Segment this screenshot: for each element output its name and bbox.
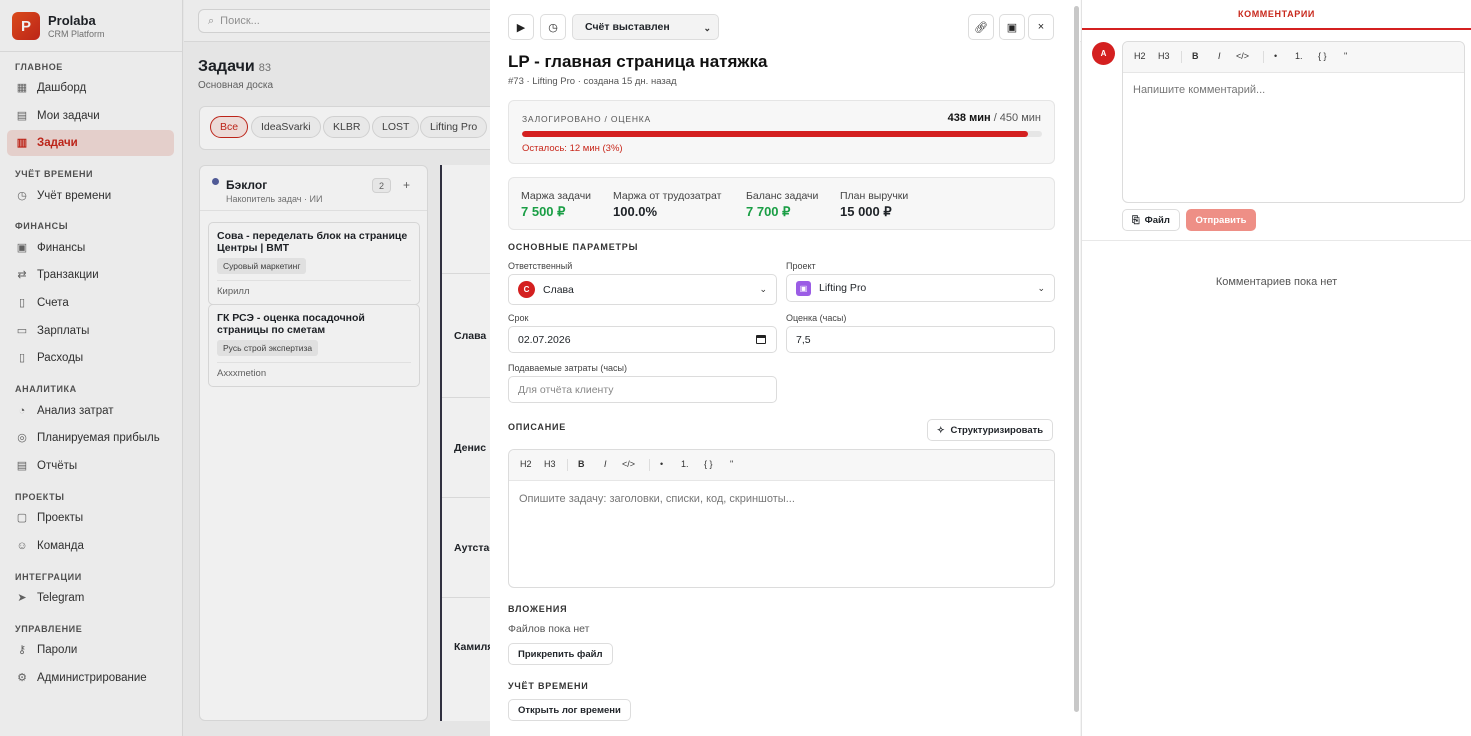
- calendar-icon: [756, 335, 766, 344]
- status-select[interactable]: Счёт выставлен ⌄: [572, 14, 719, 40]
- comments-empty: Комментариев пока нет: [1215, 276, 1338, 288]
- send-comment-button[interactable]: Отправить: [1186, 209, 1256, 231]
- project-select[interactable]: ▣ Lifting Pro ⌄: [786, 274, 1055, 302]
- archive-button[interactable]: ▣: [999, 14, 1025, 40]
- close-icon: ×: [1037, 21, 1045, 33]
- task-modal: ▶ ◷ Счёт выставлен ⌄ 🔗︎ ▣ × LP - главная…: [490, 0, 1080, 736]
- assignee-value: Слава: [543, 283, 574, 296]
- comments-tab[interactable]: КОММЕНТАРИИ: [1082, 0, 1471, 30]
- project-label: Проект: [786, 261, 816, 271]
- toolbar-bold-button[interactable]: B: [578, 459, 585, 469]
- toolbar-code-button[interactable]: </>: [1236, 51, 1249, 61]
- copy-link-button[interactable]: 🔗︎: [968, 14, 994, 40]
- toolbar-code-block-button[interactable]: { }: [1318, 51, 1327, 61]
- time-logged-label: ЗАЛОГИРОВАНО / ОЦЕНКА: [522, 114, 652, 124]
- comments-panel: КОММЕНТАРИИ A H2 H3 B I </> • 1. { } " Н…: [1081, 0, 1471, 736]
- toolbar-separator: [1181, 51, 1182, 63]
- finance-metrics-box: Маржа задачи 7 500 ₽ Маржа от трудозатра…: [508, 177, 1055, 230]
- attachments-empty: Файлов пока нет: [508, 623, 590, 635]
- comment-editor[interactable]: H2 H3 B I </> • 1. { } " Напишите коммен…: [1122, 41, 1465, 203]
- toolbar-separator: [649, 459, 650, 471]
- toolbar-numbered-list-button[interactable]: 1.: [681, 459, 689, 469]
- params-section-title: ОСНОВНЫЕ ПАРАМЕТРЫ: [508, 242, 639, 252]
- modal-backdrop[interactable]: [0, 0, 490, 736]
- time-logged-value: 438 мин / 450 мин: [947, 112, 1041, 124]
- task-title: LP - главная страница натяжка: [508, 52, 768, 71]
- comment-toolbar: H2 H3 B I </> • 1. { } ": [1123, 42, 1464, 73]
- task-meta: #73 · Lifting Pro · создана 15 дн. назад: [508, 76, 677, 87]
- metric-revenue-plan: План выручки 15 000 ₽: [840, 190, 909, 219]
- toolbar-quote-button[interactable]: ": [1344, 51, 1347, 61]
- comment-file-button[interactable]: ⎘ Файл: [1122, 209, 1180, 231]
- attach-file-button[interactable]: Прикрепить файл: [508, 643, 613, 665]
- toolbar-italic-button[interactable]: I: [604, 459, 607, 469]
- sparkle-icon: ✧: [937, 424, 945, 435]
- status-value: Счёт выставлен: [585, 21, 670, 33]
- billed-hours-label: Подаваемые затраты (часы): [508, 363, 628, 373]
- metric-task-margin: Маржа задачи 7 500 ₽: [521, 190, 592, 219]
- time-remaining: Осталось: 12 мин (3%): [522, 143, 623, 154]
- toolbar-h3-button[interactable]: H3: [1158, 51, 1170, 61]
- project-value: Lifting Pro: [819, 282, 867, 294]
- metric-task-balance: Баланс задачи 7 700 ₽: [746, 190, 819, 219]
- play-icon: ▶: [516, 21, 526, 34]
- toolbar-separator: [1263, 51, 1264, 63]
- toolbar-h2-button[interactable]: H2: [1134, 51, 1146, 61]
- close-button[interactable]: ×: [1028, 14, 1054, 40]
- description-editor[interactable]: H2 H3 B I </> • 1. { } " Опишите задачу:…: [508, 449, 1055, 588]
- comment-placeholder: Напишите комментарий...: [1133, 84, 1266, 96]
- comment-file-label: Файл: [1144, 214, 1170, 226]
- toolbar-code-block-button[interactable]: { }: [704, 459, 713, 469]
- toolbar-bullet-list-button[interactable]: •: [660, 459, 663, 469]
- estimate-label: Оценка (часы): [786, 313, 847, 323]
- description-toolbar: H2 H3 B I </> • 1. { } ": [509, 450, 1054, 481]
- time-history-button[interactable]: ◷: [540, 14, 566, 40]
- avatar: A: [1092, 42, 1115, 65]
- avatar: С: [518, 281, 535, 298]
- project-icon: ▣: [796, 280, 811, 296]
- estimate-input[interactable]: 7,5: [786, 326, 1055, 353]
- chevron-down-icon: ⌄: [1037, 282, 1045, 293]
- due-date-input[interactable]: 02.07.2026: [508, 326, 777, 353]
- estimate-value: 7,5: [796, 333, 811, 346]
- toolbar-separator: [567, 459, 568, 471]
- time-progress-fill: [522, 131, 1028, 137]
- clock-icon: ◷: [548, 21, 558, 34]
- open-time-log-button[interactable]: Открыть лог времени: [508, 699, 631, 721]
- time-summary-box: ЗАЛОГИРОВАНО / ОЦЕНКА 438 мин / 450 мин …: [508, 100, 1055, 164]
- archive-icon: ▣: [1006, 21, 1018, 34]
- description-placeholder: Опишите задачу: заголовки, списки, код, …: [519, 493, 795, 505]
- start-timer-button[interactable]: ▶: [508, 14, 534, 40]
- timelog-section-title: УЧЁТ ВРЕМЕНИ: [508, 681, 589, 691]
- billed-hours-placeholder: Для отчёта клиенту: [518, 383, 614, 396]
- structure-button[interactable]: ✧ Структуризировать: [927, 419, 1054, 441]
- toolbar-quote-button[interactable]: ": [730, 459, 733, 469]
- time-progress-bar: [522, 131, 1042, 137]
- toolbar-italic-button[interactable]: I: [1218, 51, 1221, 61]
- comments-divider: [1082, 240, 1471, 241]
- description-section-title: ОПИСАНИЕ: [508, 422, 567, 432]
- assignee-label: Ответственный: [508, 261, 573, 271]
- toolbar-bullet-list-button[interactable]: •: [1274, 51, 1277, 61]
- billed-hours-input[interactable]: Для отчёта клиенту: [508, 376, 777, 403]
- toolbar-code-button[interactable]: </>: [622, 459, 635, 469]
- toolbar-h2-button[interactable]: H2: [520, 459, 532, 469]
- attachments-section-title: ВЛОЖЕНИЯ: [508, 604, 568, 614]
- link-icon: 🔗︎: [974, 21, 988, 34]
- toolbar-h3-button[interactable]: H3: [544, 459, 556, 469]
- chevron-down-icon: ⌄: [759, 284, 767, 294]
- due-date-value: 02.07.2026: [518, 333, 571, 346]
- chevron-down-icon: ⌄: [703, 23, 711, 33]
- structure-button-label: Структуризировать: [950, 424, 1044, 436]
- paperclip-icon: ⎘: [1132, 214, 1140, 226]
- due-date-label: Срок: [508, 313, 529, 323]
- modal-scrollbar[interactable]: [1074, 6, 1079, 712]
- assignee-select[interactable]: С Слава ⌄: [508, 274, 777, 305]
- metric-labor-margin: Маржа от трудозатрат 100.0%: [613, 190, 722, 219]
- toolbar-bold-button[interactable]: B: [1192, 51, 1199, 61]
- toolbar-numbered-list-button[interactable]: 1.: [1295, 51, 1303, 61]
